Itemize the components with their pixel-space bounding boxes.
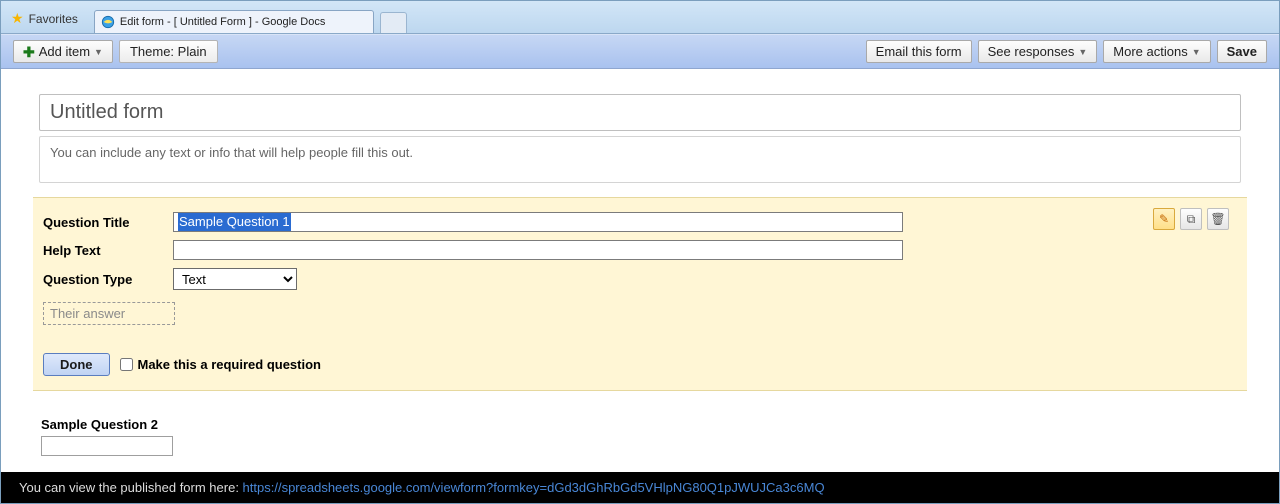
footer-lead: You can view the published form here: [19, 480, 243, 495]
form-toolbar: ✚ Add item ▼ Theme: Plain Email this for… [1, 34, 1279, 69]
form-editor: Untitled form You can include any text o… [1, 69, 1279, 467]
see-responses-button[interactable]: See responses ▼ [978, 40, 1098, 63]
browser-chrome: ★ Favorites Edit form - [ Untitled Form … [1, 1, 1279, 34]
form-title-text: Untitled form [50, 101, 163, 123]
answer-placeholder: Their answer [50, 306, 125, 321]
add-item-button[interactable]: ✚ Add item ▼ [13, 40, 113, 63]
email-form-button[interactable]: Email this form [866, 40, 972, 63]
see-responses-label: See responses [988, 44, 1075, 59]
done-label: Done [60, 357, 93, 372]
question-editor: ✎ ⧉ 🗑 Question Title Sample Question 1 H… [33, 197, 1247, 391]
chevron-down-icon: ▼ [94, 47, 103, 57]
form-title-field[interactable]: Untitled form [39, 94, 1241, 131]
ie-icon [101, 15, 115, 29]
question-2-answer-input[interactable] [41, 436, 173, 456]
question-2-preview[interactable]: Sample Question 2 [39, 417, 1241, 456]
favorites-button[interactable]: ★ Favorites [9, 10, 88, 33]
copy-icon: ⧉ [1187, 212, 1196, 227]
required-checkbox-label[interactable]: Make this a required question [120, 357, 322, 372]
chevron-down-icon: ▼ [1192, 47, 1201, 57]
footer-bar: You can view the published form here: ht… [1, 472, 1279, 503]
question-title-value: Sample Question 1 [178, 213, 291, 231]
save-button[interactable]: Save [1217, 40, 1267, 63]
star-icon: ★ [11, 10, 24, 27]
done-button[interactable]: Done [43, 353, 110, 376]
chevron-down-icon: ▼ [1078, 47, 1087, 57]
help-text-input[interactable] [173, 240, 903, 260]
help-text-label: Help Text [43, 243, 173, 258]
plus-icon: ✚ [23, 45, 35, 59]
answer-preview: Their answer [43, 302, 175, 325]
tab-title: Edit form - [ Untitled Form ] - Google D… [120, 16, 325, 28]
edit-question-button[interactable]: ✎ [1153, 208, 1175, 230]
question-type-label: Question Type [43, 272, 173, 287]
required-checkbox[interactable] [120, 358, 133, 371]
favorites-label: Favorites [29, 12, 78, 26]
add-item-label: Add item [39, 44, 90, 59]
question-title-label: Question Title [43, 215, 173, 230]
email-form-label: Email this form [876, 44, 962, 59]
question-2-title: Sample Question 2 [41, 417, 1241, 432]
new-tab-button[interactable] [380, 12, 407, 33]
browser-tab[interactable]: Edit form - [ Untitled Form ] - Google D… [94, 10, 374, 33]
question-title-input[interactable]: Sample Question 1 [173, 212, 903, 232]
form-description-field[interactable]: You can include any text or info that wi… [39, 136, 1241, 183]
theme-label: Theme: [130, 44, 174, 59]
question-type-select[interactable]: Text [173, 268, 297, 290]
delete-question-button[interactable]: 🗑 [1207, 208, 1229, 230]
theme-button[interactable]: Theme: Plain [119, 40, 218, 63]
pencil-icon: ✎ [1159, 212, 1169, 226]
trash-icon: 🗑 [1210, 212, 1225, 226]
published-form-link[interactable]: https://spreadsheets.google.com/viewform… [243, 480, 825, 495]
form-description-text: You can include any text or info that wi… [50, 145, 413, 160]
more-actions-label: More actions [1113, 44, 1187, 59]
more-actions-button[interactable]: More actions ▼ [1103, 40, 1210, 63]
duplicate-question-button[interactable]: ⧉ [1180, 208, 1202, 230]
save-label: Save [1227, 44, 1257, 59]
required-label: Make this a required question [138, 357, 322, 372]
theme-value: Plain [178, 44, 207, 59]
